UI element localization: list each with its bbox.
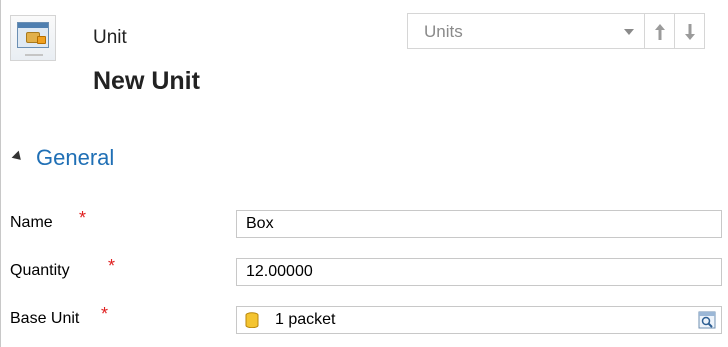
collapse-triangle-icon[interactable]: [11, 150, 25, 164]
units-selector-value: Units: [424, 22, 463, 41]
form-row-name: Name * Box: [0, 206, 728, 242]
unit-entity-icon: [10, 15, 56, 61]
quantity-field[interactable]: 12.00000: [236, 258, 722, 286]
chevron-down-icon[interactable]: [624, 29, 634, 35]
arrow-up-icon: [655, 24, 665, 40]
required-indicator: *: [101, 304, 109, 324]
base-unit-value[interactable]: 1 packet: [275, 311, 335, 329]
form-row-quantity: Quantity * 12.00000: [0, 254, 728, 290]
entity-type-label: Unit: [93, 27, 127, 48]
arrow-down-icon: [685, 24, 695, 40]
quantity-label: Quantity: [10, 262, 70, 279]
page-title: New Unit: [93, 67, 200, 95]
entity-icon-window: [17, 22, 49, 48]
name-label: Name: [10, 214, 53, 231]
base-unit-lookup-field[interactable]: 1 packet: [236, 306, 722, 334]
previous-record-button[interactable]: [645, 13, 675, 49]
required-indicator: *: [108, 256, 116, 276]
lookup-search-icon[interactable]: [698, 311, 716, 329]
section-general-title[interactable]: General: [36, 145, 114, 171]
base-unit-label: Base Unit: [10, 310, 80, 327]
form-row-base-unit: Base Unit * 1 packet: [0, 302, 728, 338]
window-left-border: [0, 0, 1, 347]
database-stack-icon: [245, 312, 259, 328]
name-field[interactable]: Box: [236, 210, 722, 238]
next-record-button[interactable]: [675, 13, 705, 49]
units-selector[interactable]: Units: [407, 13, 645, 49]
required-indicator: *: [79, 208, 87, 228]
